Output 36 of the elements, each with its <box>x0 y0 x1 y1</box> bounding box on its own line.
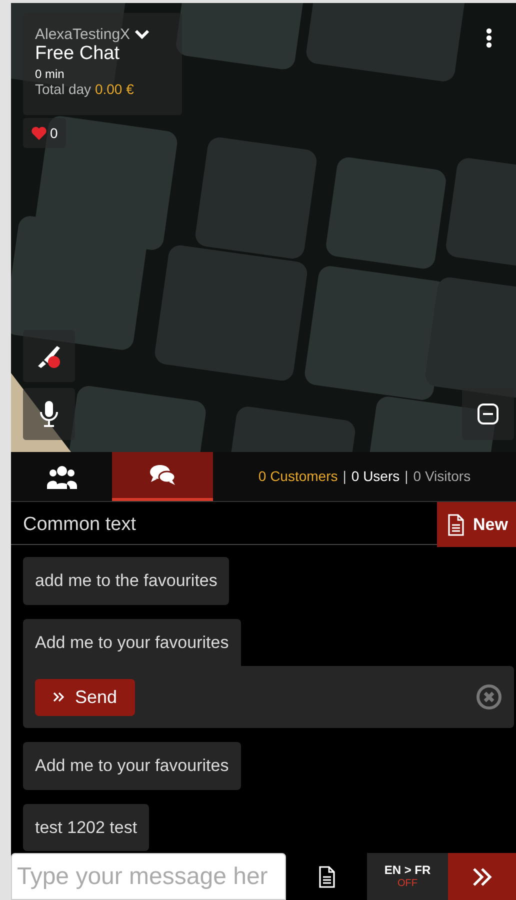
message-input[interactable]: Type your message her <box>11 853 286 900</box>
separator-text: | <box>404 467 408 486</box>
visitors-count: 0 Visitors <box>413 467 471 486</box>
username: AlexaTestingX <box>35 27 130 44</box>
double-chevron-icon <box>53 691 65 703</box>
minimize-icon <box>477 403 499 425</box>
close-icon[interactable] <box>476 684 502 710</box>
send-message-button[interactable] <box>448 853 516 900</box>
chat-tab[interactable] <box>112 452 213 501</box>
message-item[interactable]: add me to the favourites <box>23 557 230 604</box>
document-icon <box>318 866 336 888</box>
separator-text: | <box>342 467 346 486</box>
document-icon <box>447 514 465 536</box>
menu-icon[interactable] <box>486 28 492 48</box>
minimize-button[interactable] <box>462 388 514 440</box>
send-button[interactable]: Send <box>35 678 136 716</box>
chevron-down-icon[interactable] <box>134 29 150 42</box>
brush-button[interactable] <box>23 330 75 382</box>
message-item[interactable]: Add me to your favourites <box>23 742 241 790</box>
new-button[interactable]: New <box>437 502 516 547</box>
customers-count: 0 Customers <box>258 467 338 486</box>
microphone-button[interactable] <box>23 388 75 440</box>
microphone-icon <box>39 400 59 428</box>
like-count: 0 <box>50 124 58 142</box>
mode-title: Free Chat <box>35 44 120 64</box>
translate-toggle[interactable]: EN > FR OFF <box>367 853 448 900</box>
chat-icon <box>148 464 176 486</box>
users-count: 0 Users <box>351 467 400 486</box>
message-item[interactable]: Add me to your favourites <box>23 618 241 666</box>
duration-text: 0 min <box>35 68 66 82</box>
section-title: Common text <box>22 513 137 537</box>
message-item[interactable]: test 1202 test <box>23 804 150 851</box>
total-day-text: Total day 0.00 € <box>35 82 135 97</box>
heart-icon <box>31 126 47 140</box>
double-chevron-icon <box>471 866 493 888</box>
users-icon <box>46 464 76 488</box>
